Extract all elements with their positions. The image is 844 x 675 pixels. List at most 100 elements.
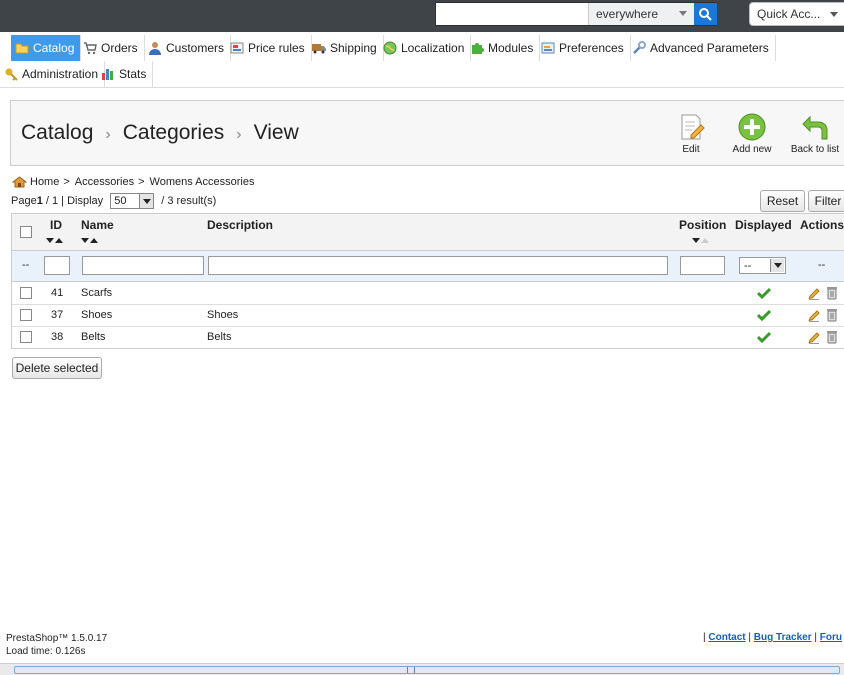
path-current: Womens Accessories bbox=[149, 176, 255, 188]
search-scope-select[interactable]: everywhere bbox=[588, 3, 694, 25]
preferences-icon bbox=[541, 41, 555, 55]
footer-bug-tracker-link[interactable]: Bug Tracker bbox=[754, 632, 812, 643]
edit-pencil-icon[interactable] bbox=[808, 287, 820, 300]
tab-price-rules[interactable]: Price rules bbox=[226, 35, 312, 61]
delete-selected-button[interactable]: Delete selected bbox=[12, 357, 102, 379]
page-header: Catalog › Categories › View Edit Add new Bac… bbox=[10, 100, 844, 166]
search-button[interactable] bbox=[694, 3, 717, 25]
grip-icon bbox=[407, 667, 415, 673]
truck-icon bbox=[312, 41, 326, 55]
horizontal-scrollbar[interactable] bbox=[0, 663, 844, 675]
tab-catalog[interactable]: Catalog bbox=[11, 35, 82, 61]
trash-icon[interactable] bbox=[827, 308, 837, 322]
tab-administration[interactable]: Administration bbox=[0, 61, 106, 87]
path-accessories-link[interactable]: Accessories bbox=[75, 176, 134, 188]
cell-name: Shoes bbox=[81, 309, 113, 321]
footer-version: PrestaShop™ 1.5.0.17 bbox=[6, 633, 108, 644]
column-actions: Actions bbox=[800, 218, 844, 232]
footer-forum-link[interactable]: Foru bbox=[820, 632, 842, 643]
filter-label: Filter bbox=[814, 194, 842, 208]
column-displayed: Displayed bbox=[735, 218, 792, 232]
tab-label: Customers bbox=[166, 41, 225, 55]
edit-button[interactable]: Edit bbox=[677, 113, 705, 155]
sort-asc-icon[interactable] bbox=[90, 238, 98, 243]
title-separator: › bbox=[236, 126, 242, 143]
search-icon bbox=[699, 8, 712, 21]
cell-id: 37 bbox=[51, 309, 64, 321]
filter-position-input[interactable] bbox=[680, 256, 725, 275]
displayed-check-icon[interactable] bbox=[757, 287, 771, 299]
title-separator: › bbox=[105, 126, 111, 143]
search-input[interactable] bbox=[436, 3, 588, 25]
edit-label: Edit bbox=[682, 144, 700, 155]
categories-table: ID Name Description Position Displayed A… bbox=[11, 213, 844, 349]
trash-icon[interactable] bbox=[827, 286, 837, 300]
row-checkbox[interactable] bbox=[20, 309, 32, 321]
tab-label: Stats bbox=[119, 67, 147, 81]
sort-position bbox=[692, 238, 712, 244]
title-crumb-catalog: Catalog bbox=[21, 121, 94, 144]
add-new-button[interactable]: Add new bbox=[729, 113, 775, 155]
user-icon bbox=[148, 41, 162, 55]
page-word: Page bbox=[11, 195, 37, 207]
tab-label: Localization bbox=[401, 41, 465, 55]
sort-desc-icon[interactable] bbox=[81, 238, 89, 243]
tab-orders[interactable]: Orders bbox=[79, 35, 145, 61]
reset-button[interactable]: Reset bbox=[760, 190, 805, 212]
select-all-checkbox[interactable] bbox=[20, 226, 32, 238]
displayed-check-icon[interactable] bbox=[757, 331, 771, 343]
trash-icon[interactable] bbox=[827, 330, 837, 344]
display-count-select[interactable]: 50 bbox=[110, 193, 155, 209]
table-row[interactable]: 38 Belts Belts bbox=[12, 327, 844, 349]
search-box: everywhere bbox=[435, 2, 717, 26]
sort-asc-icon[interactable] bbox=[55, 238, 63, 243]
tab-localization[interactable]: Localization bbox=[379, 35, 472, 61]
filter-id-input[interactable] bbox=[44, 256, 70, 275]
table-row[interactable]: 41 Scarfs bbox=[12, 283, 844, 305]
tab-label: Modules bbox=[488, 41, 534, 55]
tab-label: Shipping bbox=[330, 41, 377, 55]
page-title: Catalog › Categories › View bbox=[21, 121, 299, 145]
row-checkbox[interactable] bbox=[20, 331, 32, 343]
reset-label: Reset bbox=[766, 194, 799, 208]
table-row[interactable]: 37 Shoes Shoes bbox=[12, 305, 844, 327]
row-checkbox[interactable] bbox=[20, 287, 32, 299]
table-header: ID Name Description Position Displayed A… bbox=[12, 214, 844, 251]
path-home-link[interactable]: Home bbox=[30, 176, 59, 188]
tab-label: Preferences bbox=[559, 41, 624, 55]
search-scope-label: everywhere bbox=[596, 7, 659, 21]
sort-id bbox=[46, 238, 66, 244]
displayed-check-icon[interactable] bbox=[757, 309, 771, 321]
tab-label: Catalog bbox=[33, 41, 75, 55]
cell-id: 41 bbox=[51, 287, 64, 299]
tab-modules[interactable]: Modules bbox=[466, 35, 541, 61]
cell-name: Scarfs bbox=[81, 287, 113, 299]
main-menu: Catalog Orders Customers Price rules Shi… bbox=[0, 32, 844, 88]
tab-preferences[interactable]: Preferences bbox=[537, 35, 631, 61]
top-bar: everywhere Quick Acc... bbox=[0, 0, 844, 32]
chevron-down-icon bbox=[139, 194, 154, 208]
filter-description-input[interactable] bbox=[208, 256, 668, 275]
cell-description: Belts bbox=[207, 331, 232, 343]
cell-description: Shoes bbox=[207, 309, 239, 321]
filter-name-input[interactable] bbox=[82, 256, 204, 275]
tab-shipping[interactable]: Shipping bbox=[308, 35, 384, 61]
cart-icon bbox=[83, 41, 97, 55]
footer-contact-link[interactable]: Contact bbox=[708, 632, 745, 643]
edit-pencil-icon[interactable] bbox=[808, 309, 820, 322]
filter-button[interactable]: Filter bbox=[808, 190, 844, 212]
back-to-list-button[interactable]: Back to list bbox=[788, 113, 842, 155]
sort-desc-icon[interactable] bbox=[692, 238, 700, 243]
tab-advanced-parameters[interactable]: Advanced Parameters bbox=[628, 35, 776, 61]
path-separator: > bbox=[63, 176, 70, 188]
edit-pencil-icon[interactable] bbox=[808, 331, 820, 344]
sort-asc-icon[interactable] bbox=[701, 238, 709, 243]
wrench-icon bbox=[632, 41, 646, 55]
sort-desc-icon[interactable] bbox=[46, 238, 54, 243]
back-arrow-icon bbox=[801, 113, 829, 141]
tab-customers[interactable]: Customers bbox=[144, 35, 232, 61]
tab-stats[interactable]: Stats bbox=[97, 61, 154, 87]
quick-access-select[interactable]: Quick Acc... bbox=[749, 2, 844, 26]
filter-displayed-select[interactable]: -- bbox=[739, 257, 786, 274]
scrollbar-thumb[interactable] bbox=[14, 666, 840, 674]
